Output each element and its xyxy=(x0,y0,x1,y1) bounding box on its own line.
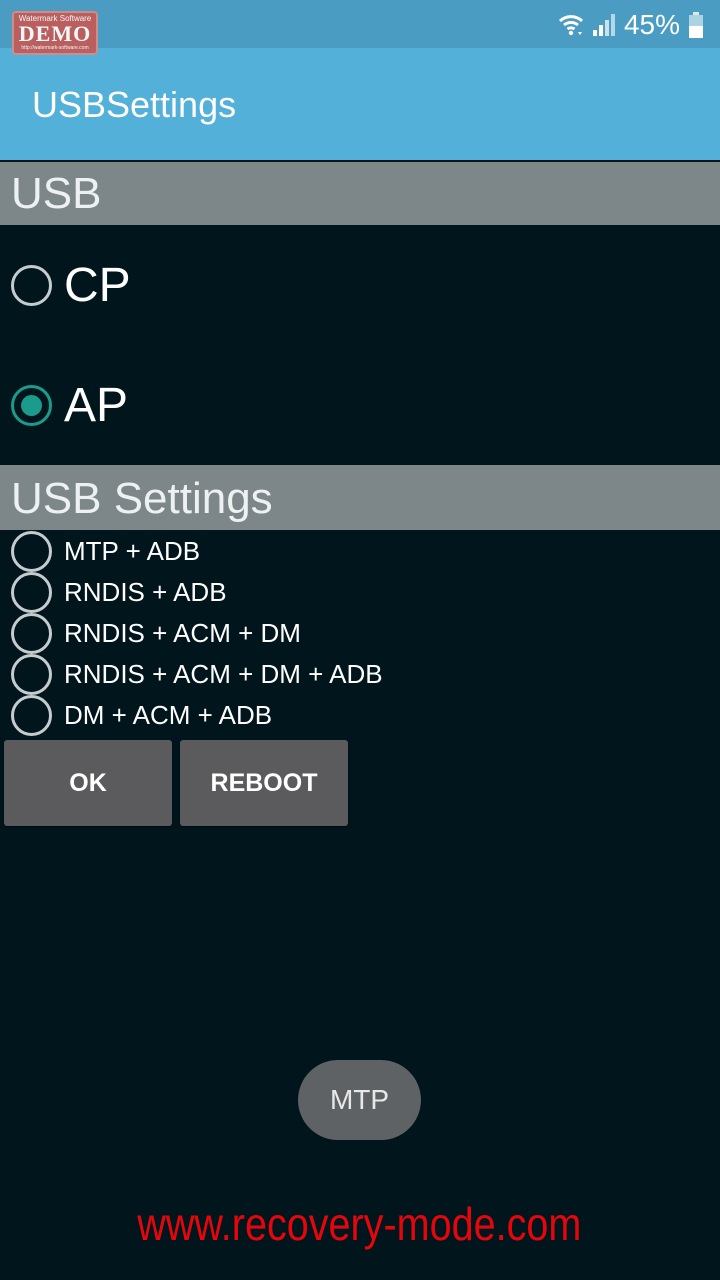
status-icons: 45% xyxy=(558,8,704,42)
radio-label-ap: AP xyxy=(64,378,129,432)
usb-settings-section-title: USB Settings xyxy=(11,474,273,523)
ok-button[interactable]: OK xyxy=(4,740,172,826)
app-bar: USBSettings xyxy=(0,48,720,160)
wifi-icon xyxy=(558,12,584,38)
radio-label-rndis-acm-dm-adb: RNDIS + ACM + DM + ADB xyxy=(64,659,383,689)
reboot-button[interactable]: REBOOT xyxy=(180,740,348,826)
site-watermark: www.recovery-mode.com xyxy=(137,1198,582,1250)
radio-button-rndis-adb[interactable] xyxy=(11,572,52,613)
radio-label-mtp-adb: MTP + ADB xyxy=(64,536,201,566)
watermark-badge: Watermark Software DEMO http://watermark… xyxy=(12,11,98,55)
screen: 45% Watermark Software DEMO http://water… xyxy=(0,0,720,1280)
radio-label-rndis-adb: RNDIS + ADB xyxy=(64,577,227,607)
radio-option-dm-acm-adb[interactable]: DM + ACM + ADB xyxy=(0,695,720,736)
radio-selected-dot xyxy=(21,394,42,416)
radio-option-mtp-adb[interactable]: MTP + ADB xyxy=(0,531,720,572)
radio-button-rndis-acm-dm[interactable] xyxy=(11,613,52,654)
status-bar: 45% xyxy=(0,0,720,48)
radio-label-rndis-acm-dm: RNDIS + ACM + DM xyxy=(64,618,301,648)
radio-label-dm-acm-adb: DM + ACM + ADB xyxy=(64,700,273,730)
radio-option-rndis-adb[interactable]: RNDIS + ADB xyxy=(0,572,720,613)
battery-percent: 45% xyxy=(623,9,680,40)
radio-button-dm-acm-adb[interactable] xyxy=(11,695,52,736)
usb-section-title: USB xyxy=(11,169,102,218)
watermark-bottom-text: http://watermark-software.com xyxy=(21,45,89,51)
signal-icon xyxy=(592,12,616,38)
radio-option-cp[interactable]: CP xyxy=(0,258,720,312)
radio-button-rndis-acm-dm-adb[interactable] xyxy=(11,654,52,695)
radio-button-cp[interactable] xyxy=(11,264,52,306)
radio-button-mtp-adb[interactable] xyxy=(11,531,52,572)
toast-message: MTP xyxy=(298,1060,421,1140)
app-title: USBSettings xyxy=(32,84,237,125)
radio-option-rndis-acm-dm-adb[interactable]: RNDIS + ACM + DM + ADB xyxy=(0,654,720,695)
watermark-demo-text: DEMO xyxy=(18,21,92,46)
radio-option-ap[interactable]: AP xyxy=(0,378,720,432)
usb-settings-section-header: USB Settings xyxy=(0,465,720,530)
radio-option-rndis-acm-dm[interactable]: RNDIS + ACM + DM xyxy=(0,613,720,654)
battery-icon xyxy=(688,11,704,39)
radio-button-ap[interactable] xyxy=(11,384,52,426)
radio-label-cp: CP xyxy=(64,258,131,312)
usb-section-header: USB xyxy=(0,162,720,225)
